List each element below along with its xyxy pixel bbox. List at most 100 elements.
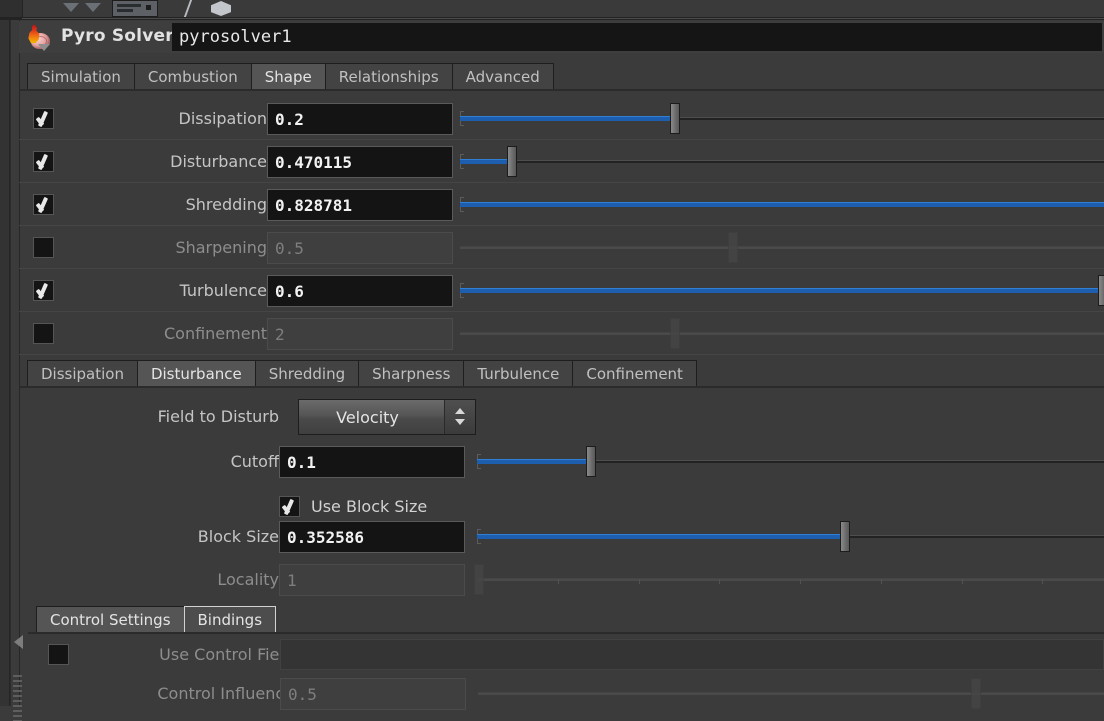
tab-label: Shape — [264, 68, 312, 86]
cutoff-row: Cutoff 0.1 — [19, 440, 1104, 483]
panel-left-rail — [0, 20, 10, 706]
top-toolbar — [0, 0, 1104, 17]
chevron-down-icon[interactable] — [82, 1, 104, 16]
use-control-field-value — [280, 639, 1104, 670]
tab-confinement[interactable]: Confinement — [572, 360, 697, 387]
tab-label: Disturbance — [150, 365, 242, 383]
slider-handle — [473, 564, 484, 595]
shredding-slider[interactable] — [460, 183, 1104, 226]
block-size-slider[interactable] — [477, 515, 1104, 558]
cutoff-input[interactable]: 0.1 — [279, 446, 465, 478]
disturbance-slider[interactable] — [460, 140, 1104, 183]
block-size-label: Block Size — [197, 527, 279, 546]
dissipation-slider[interactable] — [460, 97, 1104, 140]
tab-label: Sharpness — [372, 365, 451, 383]
locality-input: 1 — [279, 564, 465, 596]
cutoff-slider[interactable] — [477, 440, 1104, 483]
slider-handle[interactable] — [670, 103, 681, 134]
tab-label: Relationships — [338, 68, 439, 86]
dissipation-label: Dissipation — [178, 109, 268, 128]
use-block-size-checkbox[interactable]: Use Block Size — [279, 496, 427, 517]
control-influence-label: Control Influence — [157, 684, 294, 703]
node-menu-caret-icon[interactable] — [38, 44, 50, 51]
slider-fill — [477, 459, 591, 464]
tab-bindings[interactable]: Bindings — [183, 606, 277, 633]
cube-icon[interactable] — [205, 1, 239, 16]
tab-simulation[interactable]: Simulation — [27, 63, 135, 90]
slider-fill — [460, 159, 512, 164]
tab-dissipation[interactable]: Dissipation — [27, 360, 138, 387]
tab-label: Simulation — [41, 68, 121, 86]
sharpening-label: Sharpening — [175, 238, 267, 257]
collapse-arrow-icon[interactable] — [14, 635, 24, 649]
use-block-size-label: Use Block Size — [311, 497, 428, 516]
shape-tab-bar: Dissipation Disturbance Shredding Sharpness… — [27, 360, 697, 387]
control-influence-input: 0.5 — [280, 678, 466, 710]
slider-handle — [970, 678, 981, 709]
field-to-disturb-value: Velocity — [336, 407, 399, 427]
slider-handle[interactable] — [840, 521, 851, 552]
tab-disturbance[interactable]: Disturbance — [136, 360, 256, 387]
sharpening-slider — [460, 226, 1104, 269]
tab-combustion[interactable]: Combustion — [133, 63, 252, 90]
panel-icon[interactable] — [112, 0, 158, 17]
chevron-down-icon[interactable] — [60, 1, 82, 16]
parameter-row: Turbulence 0.6 — [19, 269, 1104, 312]
control-influence-slider — [478, 672, 1104, 715]
disturbance-input[interactable]: 0.470115 — [267, 146, 453, 178]
turbulence-input[interactable]: 0.6 — [267, 275, 453, 307]
parameter-row: Disturbance 0.470115 — [19, 140, 1104, 183]
cutoff-label: Cutoff — [230, 452, 279, 471]
toolbar-divider-light — [22, 18, 1104, 19]
main-tab-underline — [19, 89, 1104, 91]
block-size-row: Block Size 0.352586 — [19, 515, 1104, 558]
tab-shape[interactable]: Shape — [250, 63, 326, 90]
dissipation-input[interactable]: 0.2 — [267, 103, 453, 135]
use-control-field-row: Use Control Field — [28, 633, 1104, 676]
drag-grip-handle[interactable] — [13, 675, 22, 721]
tab-label: Bindings — [197, 611, 263, 629]
slider-track — [460, 246, 1104, 249]
turbulence-slider[interactable] — [460, 269, 1104, 312]
tab-relationships[interactable]: Relationships — [324, 63, 453, 90]
locality-slider — [473, 558, 1104, 601]
slider-track — [478, 692, 1104, 695]
tab-shredding[interactable]: Shredding — [254, 360, 360, 387]
page-title: Pyro Solver — [61, 26, 174, 46]
slider-fill — [477, 534, 846, 539]
field-to-disturb-label: Field to Disturb — [157, 407, 279, 426]
tab-label: Confinement — [586, 365, 683, 383]
tab-label: Control Settings — [50, 611, 171, 629]
shape-tab-underline — [19, 386, 1104, 388]
shredding-input[interactable]: 0.828781 — [267, 189, 453, 221]
slider-handle[interactable] — [585, 446, 596, 477]
node-name-input[interactable]: pyrosolver1 — [172, 23, 1102, 51]
block-size-input[interactable]: 0.352586 — [279, 521, 465, 553]
node-header: Pyro Solver pyrosolver1 — [19, 21, 1104, 53]
locality-label: Locality — [217, 570, 279, 589]
slider-fill — [460, 288, 1104, 293]
tab-label: Shredding — [268, 365, 346, 383]
tab-control-settings[interactable]: Control Settings — [36, 606, 185, 633]
field-to-disturb-dropdown[interactable]: Velocity — [298, 399, 476, 435]
tab-turbulence[interactable]: Turbulence — [463, 360, 574, 387]
toolbar-left-gutter — [0, 0, 23, 17]
disturbance-label: Disturbance — [170, 152, 267, 171]
slider-handle[interactable] — [506, 146, 517, 177]
tab-label: Dissipation — [41, 365, 124, 383]
row-divider — [19, 354, 1104, 355]
slider-handle[interactable] — [1098, 275, 1104, 306]
tab-advanced[interactable]: Advanced — [451, 63, 554, 90]
slash-icon[interactable] — [175, 1, 205, 16]
slider-track — [460, 160, 1104, 163]
control-tab-bar: Control Settings Bindings — [36, 606, 277, 633]
sharpening-input: 0.5 — [267, 232, 453, 264]
tab-sharpness[interactable]: Sharpness — [358, 360, 465, 387]
slider-track — [460, 332, 1104, 335]
slider-handle — [669, 318, 680, 349]
confinement-slider — [460, 312, 1104, 355]
tab-label: Combustion — [147, 68, 238, 86]
tab-label: Turbulence — [477, 365, 560, 383]
locality-row: Locality 1 — [19, 558, 1104, 601]
control-influence-row: Control Influence 0.5 — [28, 672, 1104, 715]
